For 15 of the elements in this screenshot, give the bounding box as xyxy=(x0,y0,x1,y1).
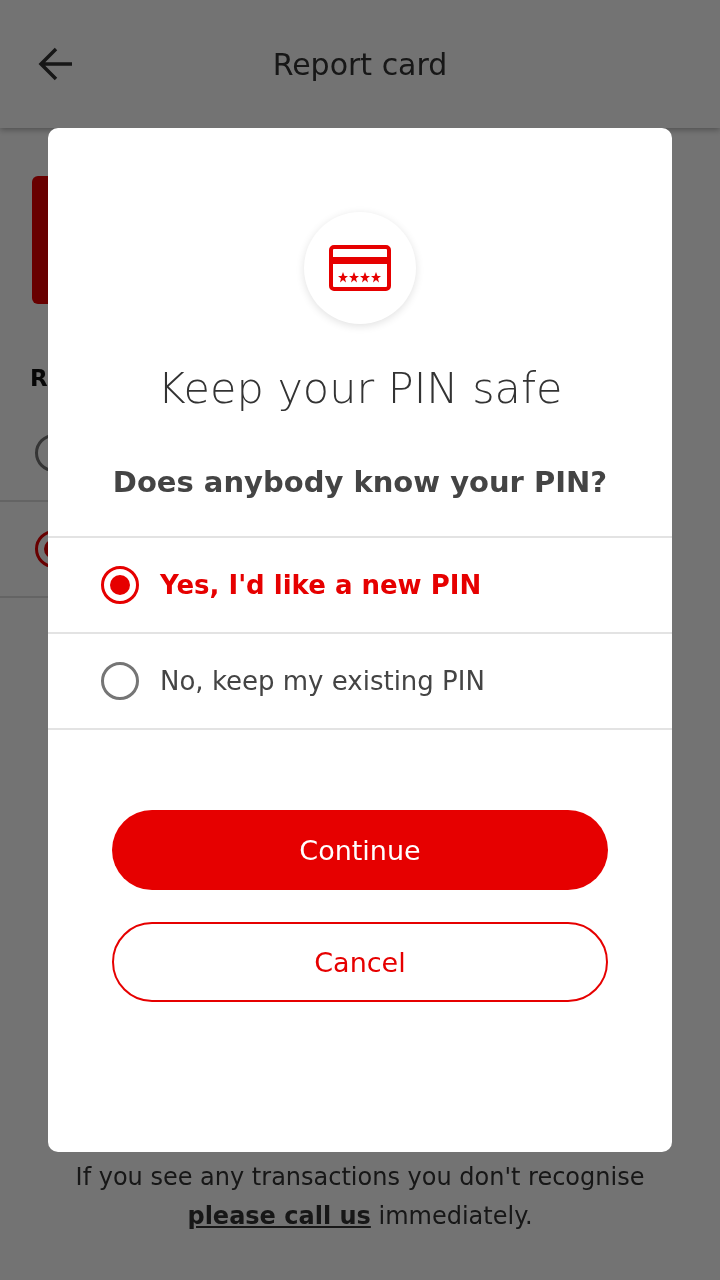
back-arrow-icon[interactable] xyxy=(38,46,74,82)
dialog-title: Keep your PIN safe xyxy=(157,362,563,414)
continue-button[interactable]: Continue xyxy=(112,810,608,890)
dialog-question: Does anybody know your PIN? xyxy=(112,464,608,501)
radio-button[interactable] xyxy=(100,661,140,701)
footer-sentence: please call us immediately. xyxy=(186,1201,534,1232)
screen-title: Report card xyxy=(272,46,448,82)
cancel-button[interactable]: Cancel xyxy=(112,922,608,1002)
footer-text: If you see any transactions you don't recognise xyxy=(74,1162,646,1193)
option-label[interactable]: No, keep my existing PIN xyxy=(160,666,485,696)
call-us-link[interactable]: please call us xyxy=(187,1202,371,1230)
card-pin-icon xyxy=(329,245,391,291)
section-heading: R xyxy=(30,364,48,393)
radio-button[interactable] xyxy=(100,565,140,605)
option-label[interactable]: Yes, I'd like a new PIN xyxy=(160,570,482,600)
